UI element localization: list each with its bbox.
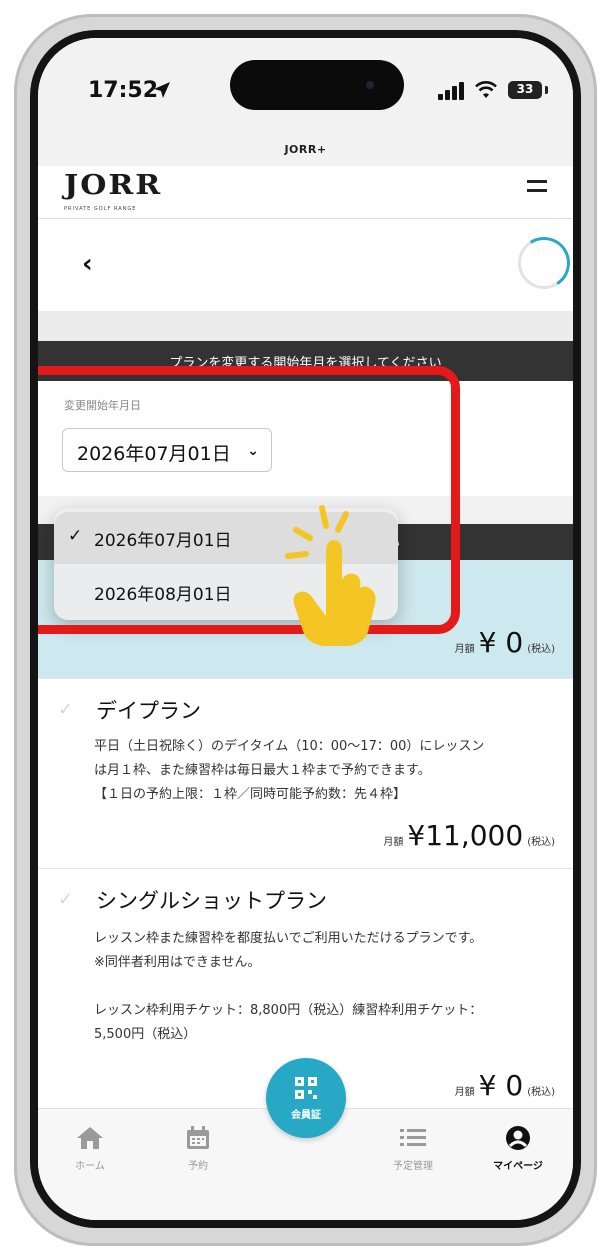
- description-line: 【１日の予約上限：１枠／同時可能予約数：先４枠】: [94, 787, 407, 802]
- description-line: レッスン枠利用チケット：8,800円（税込）練習枠利用チケット：: [94, 1003, 483, 1018]
- nav-mypage-label: マイページ: [493, 1161, 543, 1172]
- site-logo[interactable]: JORR: [64, 170, 162, 202]
- nav-home-label: ホーム: [75, 1161, 105, 1172]
- location-arrow-icon: [154, 82, 170, 98]
- qr-code-icon: [295, 1077, 317, 1099]
- user-icon: [478, 1123, 558, 1153]
- dynamic-island: [230, 60, 404, 110]
- highlight-annotation: [38, 366, 460, 634]
- description-line: 平日（土日祝除く）のデイタイム（10：00〜17：00）にレッスン: [94, 739, 485, 754]
- battery-level: 33: [516, 82, 534, 96]
- tap-pointer-icon: [285, 505, 376, 646]
- hamburger-menu-icon[interactable]: [527, 180, 547, 192]
- price-tax: (税込): [527, 837, 555, 848]
- nav-schedule-label: 予定管理: [393, 1161, 433, 1172]
- description-line: ※同伴者利用はできません。: [94, 955, 261, 970]
- description-line: レッスン枠また練習枠を都度払いでご利用いただけるプランです。: [94, 931, 483, 946]
- member-card-label: 会員証: [291, 1110, 321, 1121]
- price-value: ¥ 0: [478, 1069, 524, 1102]
- plan-description: レッスン枠また練習枠を都度払いでご利用いただけるプランです。 ※同伴者利用はでき…: [94, 927, 550, 1047]
- page-header: ‹: [38, 219, 573, 311]
- nav-reserve-label: 予約: [188, 1161, 208, 1172]
- plan-card-day[interactable]: ✓ デイプラン 平日（土日祝除く）のデイタイム（10：00〜17：00）にレッス…: [38, 678, 573, 869]
- member-card-button[interactable]: 会員証: [266, 1058, 346, 1138]
- description-line: [94, 975, 550, 999]
- price-row: 月額 ¥ 0 (税込): [455, 1069, 555, 1102]
- loading-spinner-icon: [513, 232, 573, 294]
- calendar-icon: [158, 1123, 238, 1153]
- nav-home[interactable]: ホーム: [50, 1123, 130, 1172]
- battery-tip: [545, 86, 548, 94]
- wifi-icon: [475, 81, 497, 98]
- phone-screen: 17:52 33 JORR+ JORR PRIVATE GOLF RANGE ‹…: [38, 38, 573, 1220]
- section-gap: [38, 311, 573, 341]
- price-tax: (税込): [527, 644, 555, 655]
- back-arrow-icon[interactable]: ‹: [82, 249, 93, 279]
- home-icon: [50, 1123, 130, 1153]
- nav-reserve[interactable]: 予約: [158, 1123, 238, 1172]
- check-icon: ✓: [58, 889, 74, 910]
- battery-icon: 33: [508, 81, 542, 99]
- plan-description: 平日（土日祝除く）のデイタイム（10：00〜17：00）にレッスン は月１枠、ま…: [94, 735, 550, 807]
- price-row: 月額 ¥11,000 (税込): [383, 819, 555, 852]
- nav-schedule[interactable]: 予定管理: [373, 1123, 453, 1172]
- plan-title: デイプラン: [96, 699, 201, 723]
- nav-mypage[interactable]: マイページ: [478, 1123, 558, 1172]
- description-line: 5,500円（税込）: [94, 1027, 197, 1042]
- site-header: JORR PRIVATE GOLF RANGE: [38, 166, 573, 219]
- price-row: 月額 ¥ 0 (税込): [455, 626, 555, 659]
- price-value: ¥11,000: [407, 819, 524, 852]
- page-url: JORR+: [284, 143, 327, 156]
- price-unit: 月額: [383, 837, 404, 848]
- plan-title: シングルショットプラン: [96, 889, 327, 913]
- price-tax: (税込): [527, 1087, 555, 1098]
- list-icon: [373, 1123, 453, 1153]
- camera-dot: [366, 81, 374, 89]
- description-line: は月１枠、また練習枠は毎日最大１枠まで予約できます。: [94, 763, 431, 778]
- site-logo-subtitle: PRIVATE GOLF RANGE: [64, 206, 137, 212]
- signal-icon: [438, 82, 464, 100]
- status-bar: 17:52 33: [38, 38, 573, 133]
- price-unit: 月額: [454, 1087, 475, 1098]
- status-time: 17:52: [88, 78, 159, 103]
- price-unit: 月額: [454, 644, 475, 655]
- price-value: ¥ 0: [478, 626, 524, 659]
- check-icon: ✓: [58, 699, 74, 720]
